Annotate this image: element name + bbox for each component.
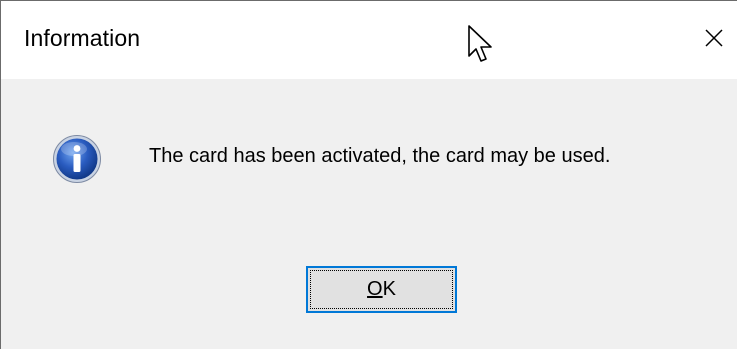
focus-rectangle: OK [310, 270, 453, 309]
ok-button-label: OK [367, 278, 396, 301]
dialog-message: The card has been activated, the card ma… [149, 145, 611, 167]
close-button[interactable] [691, 15, 735, 59]
ok-button[interactable]: OK [306, 266, 457, 313]
title-bar[interactable]: Information [1, 1, 737, 79]
mouse-cursor-icon [467, 24, 493, 69]
message-dialog: Information The card has been activated,… [0, 0, 737, 349]
ok-label-rest: K [382, 278, 396, 300]
dialog-title: Information [24, 25, 141, 51]
ok-mnemonic: O [367, 278, 383, 300]
information-icon [52, 134, 102, 184]
